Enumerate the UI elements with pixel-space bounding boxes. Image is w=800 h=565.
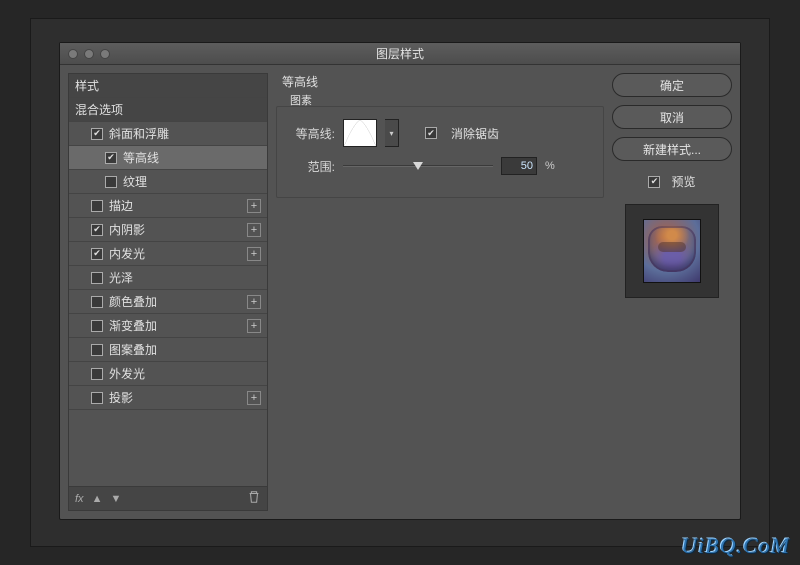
label: 投影 — [109, 389, 133, 406]
label: 外发光 — [109, 365, 145, 382]
sidebar-item-contour[interactable]: 等高线 — [69, 146, 267, 170]
sidebar-item-styles[interactable]: 样式 — [69, 74, 267, 98]
add-icon[interactable]: + — [247, 223, 261, 237]
effects-list: 样式 混合选项 斜面和浮雕 等高线 纹理 描边 + 内阴影 + 内发光 + 光泽 颜色… — [68, 73, 268, 487]
checkbox-icon[interactable] — [648, 176, 660, 188]
contour-dropdown[interactable]: ▾ — [385, 119, 399, 147]
contour-row: 等高线: ▾ 消除锯齿 — [287, 119, 593, 147]
sidebar-item-inner-shadow[interactable]: 内阴影 + — [69, 218, 267, 242]
dialog-body: 样式 混合选项 斜面和浮雕 等高线 纹理 描边 + 内阴影 + 内发光 + 光泽 颜色… — [60, 65, 740, 519]
checkbox-icon[interactable] — [91, 320, 103, 332]
percent-label: % — [545, 160, 555, 172]
add-icon[interactable]: + — [247, 199, 261, 213]
range-row: 范围: % — [287, 157, 593, 175]
label: 内阴影 — [109, 221, 145, 238]
range-input[interactable] — [501, 157, 537, 175]
label: 内发光 — [109, 245, 145, 262]
label: 斜面和浮雕 — [109, 125, 169, 142]
settings-panel: 等高线 图素 等高线: ▾ 消除锯齿 范围: — [276, 73, 604, 511]
sidebar-footer: fx ▲ ▼ — [68, 487, 268, 511]
label: 样式 — [75, 77, 99, 94]
preview-box — [625, 204, 719, 298]
section-title: 等高线 — [276, 73, 604, 90]
new-style-button[interactable]: 新建样式... — [612, 137, 732, 161]
layer-style-dialog: 图层样式 样式 混合选项 斜面和浮雕 等高线 纹理 描边 + 内阴影 + 内发光 + … — [59, 42, 741, 520]
dialog-title: 图层样式 — [376, 45, 424, 62]
checkbox-icon[interactable] — [105, 176, 117, 188]
sidebar-item-inner-glow[interactable]: 内发光 + — [69, 242, 267, 266]
watermark: UiBQ.CoM — [681, 533, 790, 559]
add-icon[interactable]: + — [247, 295, 261, 309]
sidebar-item-gradient-overlay[interactable]: 渐变叠加 + — [69, 314, 267, 338]
label: 混合选项 — [75, 101, 123, 118]
add-icon[interactable]: + — [247, 319, 261, 333]
label: 纹理 — [123, 173, 147, 190]
label: 新建样式... — [643, 141, 701, 158]
antialias-checkbox[interactable] — [425, 127, 437, 139]
checkbox-icon[interactable] — [91, 392, 103, 404]
range-label: 范围: — [287, 158, 335, 175]
antialias-label: 消除锯齿 — [451, 125, 499, 142]
label: 图案叠加 — [109, 341, 157, 358]
sidebar-item-blending[interactable]: 混合选项 — [69, 98, 267, 122]
fx-label[interactable]: fx — [75, 493, 84, 505]
label: 描边 — [109, 197, 133, 214]
effects-sidebar: 样式 混合选项 斜面和浮雕 等高线 纹理 描边 + 内阴影 + 内发光 + 光泽 颜色… — [68, 73, 268, 511]
dialog-titlebar: 图层样式 — [60, 43, 740, 65]
sidebar-item-stroke[interactable]: 描边 + — [69, 194, 267, 218]
ok-button[interactable]: 确定 — [612, 73, 732, 97]
sidebar-item-color-overlay[interactable]: 颜色叠加 + — [69, 290, 267, 314]
arrow-up-icon[interactable]: ▲ — [92, 493, 103, 505]
window-controls[interactable] — [68, 49, 110, 59]
close-icon[interactable] — [68, 49, 78, 59]
sidebar-item-bevel[interactable]: 斜面和浮雕 — [69, 122, 267, 146]
checkbox-icon[interactable] — [91, 224, 103, 236]
label: 颜色叠加 — [109, 293, 157, 310]
label: 取消 — [660, 109, 684, 126]
label: 渐变叠加 — [109, 317, 157, 334]
contour-picker[interactable] — [343, 119, 377, 147]
sidebar-item-outer-glow[interactable]: 外发光 — [69, 362, 267, 386]
arrow-down-icon[interactable]: ▼ — [110, 493, 121, 505]
checkbox-icon[interactable] — [91, 248, 103, 260]
checkbox-icon[interactable] — [91, 296, 103, 308]
preview-thumbnail — [643, 219, 701, 283]
contour-label: 等高线: — [287, 125, 335, 142]
contour-fieldset: 等高线: ▾ 消除锯齿 范围: — [276, 106, 604, 198]
sidebar-item-texture[interactable]: 纹理 — [69, 170, 267, 194]
checkbox-icon[interactable] — [91, 200, 103, 212]
sidebar-item-drop-shadow[interactable]: 投影 + — [69, 386, 267, 410]
dialog-actions: 确定 取消 新建样式... 预览 — [612, 73, 732, 511]
label: 等高线 — [123, 149, 159, 166]
zoom-icon[interactable] — [100, 49, 110, 59]
chevron-down-icon: ▾ — [389, 129, 393, 138]
app-background: 图层样式 样式 混合选项 斜面和浮雕 等高线 纹理 描边 + 内阴影 + 内发光 + … — [30, 18, 770, 547]
checkbox-icon[interactable] — [105, 152, 117, 164]
range-slider[interactable] — [343, 159, 493, 173]
minimize-icon[interactable] — [84, 49, 94, 59]
sidebar-item-pattern-overlay[interactable]: 图案叠加 — [69, 338, 267, 362]
checkbox-icon[interactable] — [91, 344, 103, 356]
preview-label: 预览 — [671, 173, 695, 190]
checkbox-icon[interactable] — [91, 272, 103, 284]
preview-toggle[interactable]: 预览 — [612, 173, 732, 190]
label: 确定 — [660, 77, 684, 94]
add-icon[interactable]: + — [247, 391, 261, 405]
sidebar-item-satin[interactable]: 光泽 — [69, 266, 267, 290]
trash-icon[interactable] — [247, 490, 261, 507]
checkbox-icon[interactable] — [91, 368, 103, 380]
checkbox-icon[interactable] — [91, 128, 103, 140]
cancel-button[interactable]: 取消 — [612, 105, 732, 129]
slider-thumb-icon[interactable] — [413, 162, 423, 170]
add-icon[interactable]: + — [247, 247, 261, 261]
label: 光泽 — [109, 269, 133, 286]
